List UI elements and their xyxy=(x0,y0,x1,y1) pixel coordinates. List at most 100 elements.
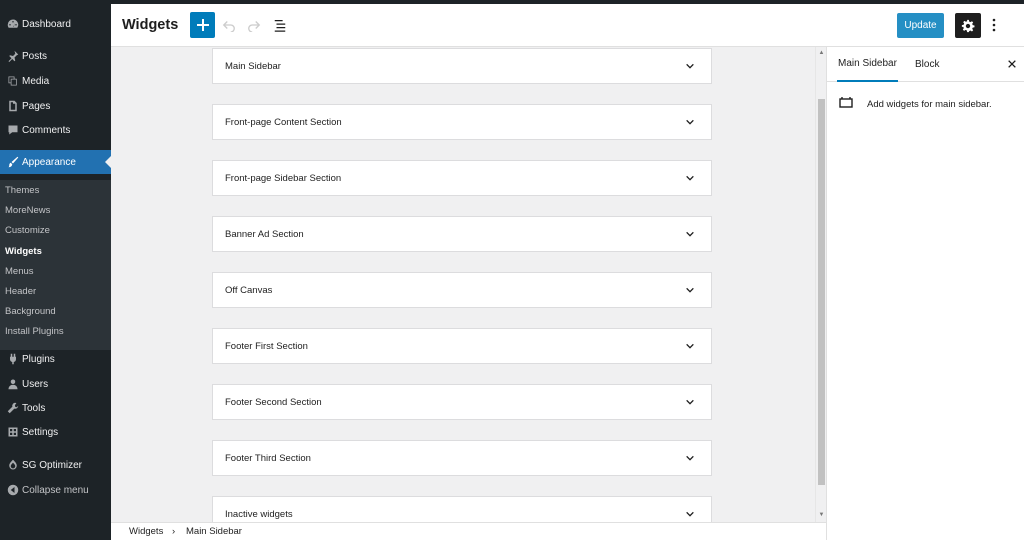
chevron-down-icon xyxy=(683,115,697,129)
sidebar-item-appearance[interactable]: Appearance xyxy=(0,150,111,174)
settings-toggle-button[interactable] xyxy=(955,13,981,38)
scroll-down-arrow-icon[interactable]: ▼ xyxy=(818,511,825,519)
sidebar-item-label: Media xyxy=(22,75,50,87)
sidebar-item-label: Dashboard xyxy=(22,18,71,30)
widget-area-description-text: Add widgets for main sidebar. xyxy=(867,98,992,110)
breadcrumb-item-widgets[interactable]: Widgets xyxy=(129,526,163,537)
sidebar-item-label: Tools xyxy=(22,402,46,414)
breadcrumb-item-main-sidebar[interactable]: Main Sidebar xyxy=(186,526,242,537)
sidebar-item-comments[interactable]: Comments xyxy=(0,118,111,142)
dashboard-icon xyxy=(0,18,22,30)
sidebar-item-media[interactable]: Media xyxy=(0,69,111,93)
more-options-button[interactable] xyxy=(988,15,1000,35)
sidebar-item-label: Plugins xyxy=(22,353,55,365)
appearance-submenu: Themes MoreNews Customize Widgets Menus … xyxy=(0,180,111,350)
scrollbar-thumb[interactable] xyxy=(818,99,825,485)
widget-area-title: Footer Second Section xyxy=(225,396,322,408)
submenu-item-morenews[interactable]: MoreNews xyxy=(5,205,50,216)
sidebar-item-label: SG Optimizer xyxy=(22,459,83,471)
sidebar-item-sg-optimizer[interactable]: SG Optimizer xyxy=(0,453,111,477)
widget-area-title: Front-page Sidebar Section xyxy=(225,172,342,184)
submenu-item-widgets[interactable]: Widgets xyxy=(5,246,42,257)
page-title: Widgets xyxy=(122,17,179,33)
widget-area-icon xyxy=(839,95,853,113)
settings-sidebar: Main Sidebar Block Add widgets for main … xyxy=(826,47,1024,540)
widget-area-title: Footer First Section xyxy=(225,340,308,352)
widget-area-main-sidebar[interactable]: Main Sidebar xyxy=(212,48,712,84)
list-view-icon xyxy=(274,20,286,32)
widget-area-footer-third[interactable]: Footer Third Section xyxy=(212,440,712,476)
sidebar-item-label: Settings xyxy=(22,426,59,438)
sidebar-item-label: Users xyxy=(22,378,49,390)
tab-block[interactable]: Block xyxy=(915,47,939,82)
gear-icon xyxy=(961,19,975,32)
widget-area-title: Front-page Content Section xyxy=(225,116,342,128)
undo-icon xyxy=(222,21,235,32)
close-panel-button[interactable] xyxy=(1006,58,1018,70)
submenu-item-themes[interactable]: Themes xyxy=(5,185,39,196)
widget-area-title: Inactive widgets xyxy=(225,508,293,520)
widget-area-banner-ad[interactable]: Banner Ad Section xyxy=(212,216,712,252)
brush-icon xyxy=(0,156,22,168)
collapse-menu-button[interactable]: Collapse menu xyxy=(0,478,111,502)
sidebar-item-tools[interactable]: Tools xyxy=(0,396,111,420)
widget-area-title: Footer Third Section xyxy=(225,452,311,464)
widget-area-description: Add widgets for main sidebar. xyxy=(839,95,992,113)
redo-icon xyxy=(248,21,261,32)
chevron-down-icon xyxy=(683,59,697,73)
submenu-item-menus[interactable]: Menus xyxy=(5,266,34,277)
chevron-down-icon xyxy=(683,171,697,185)
plug-icon xyxy=(0,353,22,365)
update-button[interactable]: Update xyxy=(897,13,944,38)
more-vertical-icon xyxy=(992,18,996,32)
wrench-icon xyxy=(0,402,22,414)
submenu-item-install-plugins[interactable]: Install Plugins xyxy=(5,326,64,337)
widget-area-title: Off Canvas xyxy=(225,284,273,296)
settings-icon xyxy=(0,426,22,438)
media-icon xyxy=(0,75,22,87)
widget-area-title: Main Sidebar xyxy=(225,60,281,72)
widget-area-footer-first[interactable]: Footer First Section xyxy=(212,328,712,364)
undo-button[interactable] xyxy=(221,17,237,33)
sidebar-item-label: Collapse menu xyxy=(22,484,89,496)
chevron-down-icon xyxy=(683,451,697,465)
widget-area-front-page-content[interactable]: Front-page Content Section xyxy=(212,104,712,140)
pages-icon xyxy=(0,100,22,112)
submenu-item-background[interactable]: Background xyxy=(5,306,56,317)
add-block-button[interactable] xyxy=(190,12,215,38)
canvas-scrollbar[interactable]: ▲ ▼ xyxy=(815,47,826,522)
collapse-icon xyxy=(0,484,22,496)
widget-area-title: Banner Ad Section xyxy=(225,228,304,240)
widget-areas-canvas: Main Sidebar Front-page Content Section … xyxy=(111,47,815,522)
editor-header: Widgets Update xyxy=(111,4,1024,47)
plus-icon xyxy=(196,19,209,31)
breadcrumb-separator: › xyxy=(172,526,176,537)
sidebar-item-label: Pages xyxy=(22,100,51,112)
breadcrumb: Widgets › Main Sidebar xyxy=(111,522,826,540)
submenu-item-customize[interactable]: Customize xyxy=(5,225,50,236)
chevron-down-icon xyxy=(683,395,697,409)
comment-icon xyxy=(0,124,22,136)
widget-area-footer-second[interactable]: Footer Second Section xyxy=(212,384,712,420)
admin-sidebar: Dashboard Posts Media Pages Comments App… xyxy=(0,4,111,540)
sidebar-item-plugins[interactable]: Plugins xyxy=(0,347,111,371)
user-icon xyxy=(0,378,22,390)
settings-sidebar-tabs: Main Sidebar Block xyxy=(827,47,1024,82)
redo-button[interactable] xyxy=(246,17,262,33)
submenu-item-header[interactable]: Header xyxy=(5,286,36,297)
sidebar-item-pages[interactable]: Pages xyxy=(0,94,111,118)
widget-area-inactive[interactable]: Inactive widgets xyxy=(212,496,712,522)
sidebar-item-label: Posts xyxy=(22,50,48,62)
sidebar-item-posts[interactable]: Posts xyxy=(0,44,111,68)
chevron-down-icon xyxy=(683,339,697,353)
tab-main-sidebar[interactable]: Main Sidebar xyxy=(837,47,898,82)
sidebar-item-dashboard[interactable]: Dashboard xyxy=(0,12,111,36)
scroll-up-arrow-icon[interactable]: ▲ xyxy=(818,49,825,57)
sidebar-item-users[interactable]: Users xyxy=(0,372,111,396)
widget-area-front-page-sidebar[interactable]: Front-page Sidebar Section xyxy=(212,160,712,196)
pin-icon xyxy=(0,50,22,62)
widget-area-off-canvas[interactable]: Off Canvas xyxy=(212,272,712,308)
sidebar-item-settings[interactable]: Settings xyxy=(0,420,111,444)
list-view-button[interactable] xyxy=(272,17,288,33)
sg-icon xyxy=(0,459,22,471)
